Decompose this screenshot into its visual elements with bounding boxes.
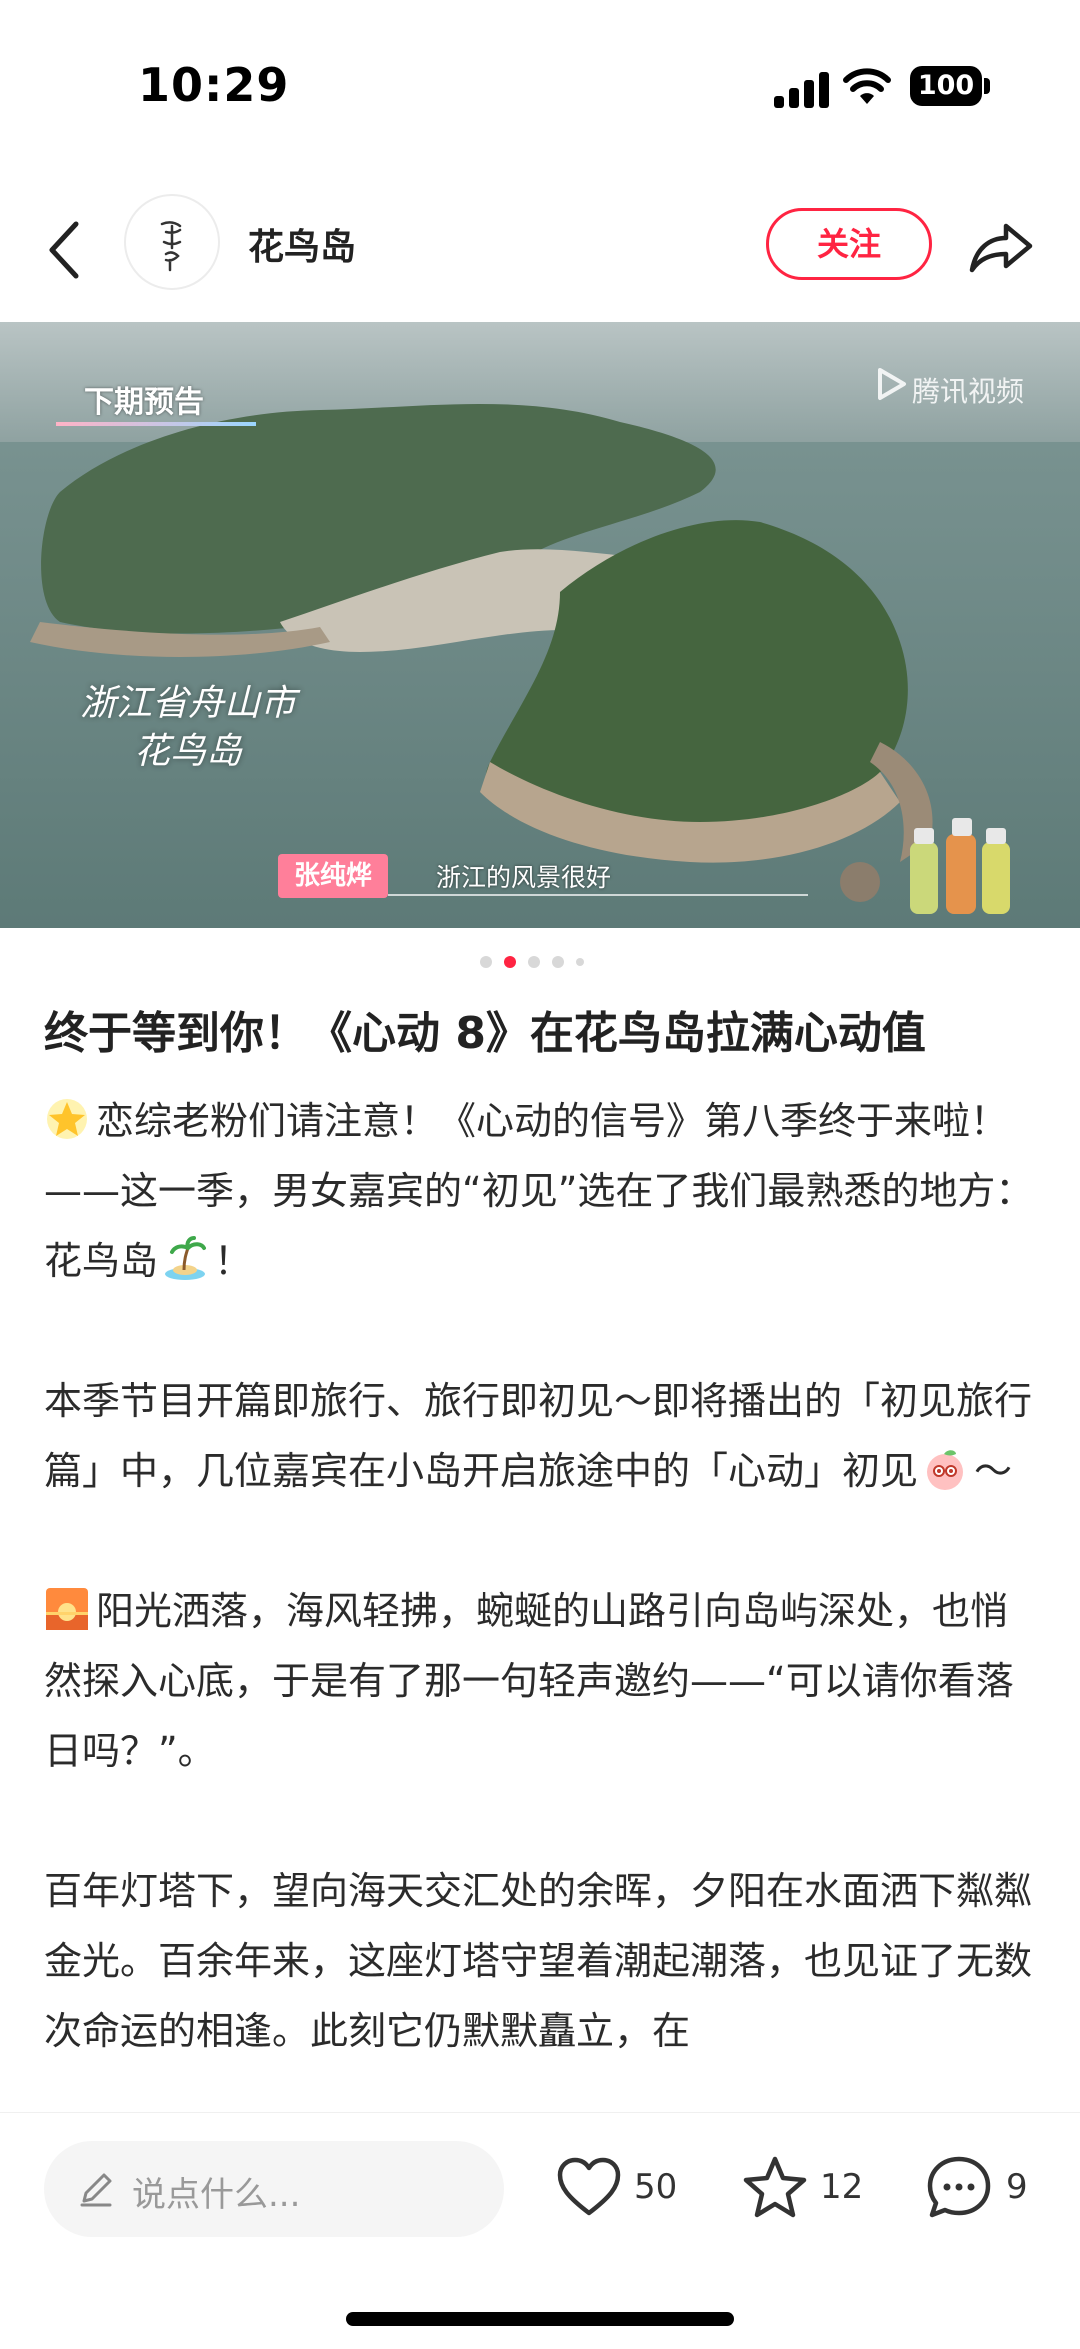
watermark-text: 腾讯视频 [912, 375, 1025, 408]
post-paragraph: 恋综老粉们请注意！《心动的信号》第八季终于来啦！——这一季，男女嘉宾的“初见”选… [44, 1086, 1040, 1296]
like-button[interactable]: 50 [554, 2153, 684, 2223]
share-icon[interactable] [966, 214, 1036, 278]
post-paragraph: 阳光洒落，海风轻拂，蜿蜒的山路引向岛屿深处，也悄然探入心底，于是有了那一句轻声邀… [44, 1576, 1040, 1786]
subtitle-line [388, 894, 808, 896]
author-avatar[interactable] [124, 194, 220, 290]
heart-icon [557, 2157, 621, 2216]
pager-dot[interactable] [576, 958, 584, 966]
subtitle-speaker: 张纯烨 [278, 854, 388, 898]
wifi-icon [843, 68, 891, 104]
comment-bubble-icon [927, 2156, 991, 2218]
post-title: 终于等到你！《心动 8》在花鸟岛拉满心动值 [44, 1008, 926, 1059]
comment-count: 9 [1006, 2167, 1028, 2207]
location-caption: 浙江省舟山市 花鸟岛 [80, 680, 296, 776]
author-name[interactable]: 花鸟岛 [248, 218, 356, 270]
cellular-signal-icon [774, 72, 830, 108]
battery-tip [984, 78, 990, 94]
location-line-1: 浙江省舟山市 [80, 683, 297, 724]
tencent-video-logo-icon [878, 368, 906, 400]
back-arrow-icon[interactable] [36, 210, 96, 290]
post-paragraph: 本季节目开篇即旅行、旅行即初见～即将播出的「初见旅行篇」中，几位嘉宾在小岛开启旅… [44, 1366, 1040, 1506]
status-bar: 10:29 100 [0, 0, 1080, 180]
pencil-icon [80, 2173, 112, 2207]
like-count: 50 [634, 2167, 678, 2207]
post-header: 花鸟岛 关注 [0, 180, 1080, 320]
image-pager[interactable] [480, 956, 600, 970]
comment-input[interactable]: 说点什么... [44, 2141, 504, 2237]
status-time: 10:29 [138, 58, 290, 112]
pager-dot[interactable] [552, 956, 564, 968]
collect-button[interactable]: 12 [740, 2153, 870, 2223]
author-logo-icon [160, 221, 182, 272]
paragraph-text: 百年灯塔下，望向海天交汇处的余晖，夕阳在水面洒下粼粼金光。百余年来，这座灯塔守望… [44, 1869, 1033, 2053]
follow-button[interactable]: 关注 [766, 208, 932, 280]
star-emoji-icon [47, 1099, 87, 1139]
collect-count: 12 [820, 2167, 864, 2207]
star-icon [743, 2156, 807, 2218]
home-indicator[interactable] [346, 2312, 734, 2326]
preview-underline [56, 422, 256, 426]
preview-label: 下期预告 [84, 385, 204, 420]
video-subtitle: 张纯烨 浙江的风景很好 [278, 854, 818, 898]
subtitle-text: 浙江的风景很好 [436, 863, 612, 892]
comment-button[interactable]: 9 [924, 2153, 1044, 2223]
comment-placeholder: 说点什么... [132, 2175, 301, 2215]
paragraph-text-after: ！ [214, 1239, 253, 1283]
post-image[interactable]: 下期预告 腾讯视频 浙江省舟山市 花鸟岛 张纯烨 浙江的风景很好 [0, 322, 1080, 928]
sunset-emoji-icon [46, 1588, 88, 1630]
island-emoji-icon [165, 1236, 207, 1280]
post-paragraph: 百年灯塔下，望向海天交汇处的余晖，夕阳在水面洒下粼粼金光。百余年来，这座灯塔守望… [44, 1856, 1040, 2066]
paragraph-text: 阳光洒落，海风轻拂，蜿蜒的山路引向岛屿深处，也悄然探入心底，于是有了那一句轻声邀… [44, 1589, 1014, 1773]
peach-emoji-icon [927, 1450, 964, 1490]
pager-dot[interactable] [504, 956, 516, 968]
paragraph-text: 本季节目开篇即旅行、旅行即初见～即将播出的「初见旅行篇」中，几位嘉宾在小岛开启旅… [44, 1379, 1033, 1493]
pager-dot[interactable] [480, 956, 492, 968]
paragraph-text-after: ～ [974, 1449, 1013, 1493]
location-line-2: 花鸟岛 [134, 731, 243, 772]
pager-dot[interactable] [528, 956, 540, 968]
battery-icon: 100 [910, 66, 982, 106]
post-body: 恋综老粉们请注意！《心动的信号》第八季终于来啦！——这一季，男女嘉宾的“初见”选… [44, 1086, 1040, 2112]
